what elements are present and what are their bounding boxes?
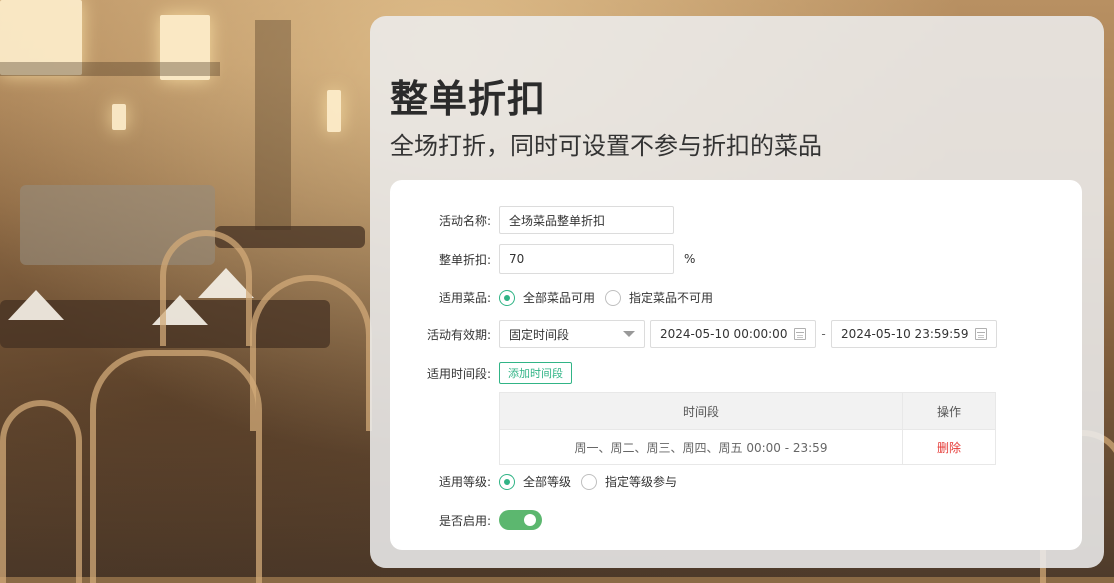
validity-type-select[interactable]: 固定时间段 xyxy=(499,320,645,348)
time-slot-cell: 周一、周二、周三、周四、周五 00:00 - 23:59 xyxy=(499,429,903,465)
time-slots-label: 适用时间段: xyxy=(426,366,491,381)
radio-specific-levels[interactable]: 指定等级参与 xyxy=(581,473,677,490)
calendar-icon xyxy=(794,328,806,340)
wall-lamp xyxy=(112,104,126,130)
enabled-row: 是否启用: xyxy=(390,510,542,530)
levels-label: 适用等级: xyxy=(438,475,491,489)
wood-pillar xyxy=(255,20,291,230)
end-date-picker[interactable]: 2024-05-10 23:59:59 xyxy=(831,320,997,348)
date-separator: - xyxy=(821,327,826,341)
form-card: 活动名称: 整单折扣: % 适用菜品: 全部菜品可用 指定菜品不可用 xyxy=(390,180,1082,550)
content-panel: 整单折扣 全场打折，同时可设置不参与折扣的菜品 活动名称: 整单折扣: % 适用… xyxy=(370,16,1104,568)
radio-all-levels[interactable]: 全部等级 xyxy=(499,473,571,490)
calendar-icon xyxy=(975,328,987,340)
chevron-down-icon xyxy=(623,331,635,337)
activity-name-row: 活动名称: xyxy=(390,206,674,234)
validity-label: 活动有效期: xyxy=(426,327,491,342)
wall-lamp xyxy=(327,90,341,132)
dishes-row: 适用菜品: 全部菜品可用 指定菜品不可用 xyxy=(390,289,723,306)
column-header-action: 操作 xyxy=(902,392,996,430)
discount-row: 整单折扣: % xyxy=(390,244,695,274)
end-date-value: 2024-05-10 23:59:59 xyxy=(841,327,969,341)
radio-all-dishes[interactable]: 全部菜品可用 xyxy=(499,289,595,306)
napkin xyxy=(8,290,64,320)
discount-label: 整单折扣: xyxy=(438,252,491,267)
start-date-value: 2024-05-10 00:00:00 xyxy=(660,327,788,341)
chair xyxy=(250,275,372,431)
percent-unit: % xyxy=(684,252,696,266)
dishes-label: 适用菜品: xyxy=(438,291,491,305)
radio-unselected-icon xyxy=(605,289,622,306)
validity-row: 活动有效期: 固定时间段 2024-05-10 00:00:00 - 2024-… xyxy=(390,320,997,348)
radio-selected-icon xyxy=(499,289,515,306)
radio-specific-levels-label: 指定等级参与 xyxy=(605,475,678,489)
table-header-row: 时间段 操作 xyxy=(499,392,996,430)
start-date-picker[interactable]: 2024-05-10 00:00:00 xyxy=(650,320,816,348)
validity-type-value: 固定时间段 xyxy=(509,327,570,342)
enabled-label: 是否启用: xyxy=(438,513,491,528)
page-title: 整单折扣 xyxy=(390,77,547,121)
time-slots-table: 时间段 操作 周一、周二、周三、周四、周五 00:00 - 23:59 删除 xyxy=(499,392,996,465)
radio-unselected-icon xyxy=(581,473,598,490)
chair xyxy=(90,350,262,583)
radio-selected-icon xyxy=(499,473,515,490)
delete-link[interactable]: 删除 xyxy=(937,441,961,455)
chair xyxy=(160,230,252,346)
page-subtitle: 全场打折，同时可设置不参与折扣的菜品 xyxy=(390,132,822,160)
column-header-time: 时间段 xyxy=(499,392,903,430)
radio-exclude-dishes-label: 指定菜品不可用 xyxy=(629,291,714,305)
chair xyxy=(0,400,82,583)
radio-all-levels-label: 全部等级 xyxy=(523,475,572,489)
discount-input[interactable] xyxy=(499,244,674,274)
levels-row: 适用等级: 全部等级 指定等级参与 xyxy=(390,473,687,490)
radio-exclude-dishes[interactable]: 指定菜品不可用 xyxy=(605,289,713,306)
add-time-slot-button[interactable]: 添加时间段 xyxy=(499,362,572,384)
ceiling-beam xyxy=(0,62,220,76)
table-row: 周一、周二、周三、周四、周五 00:00 - 23:59 删除 xyxy=(499,429,996,465)
activity-name-input[interactable] xyxy=(499,206,674,234)
enable-toggle[interactable] xyxy=(499,510,542,530)
time-slots-row: 适用时间段: 添加时间段 xyxy=(390,362,572,384)
radio-all-dishes-label: 全部菜品可用 xyxy=(523,291,596,305)
activity-name-label: 活动名称: xyxy=(438,213,491,228)
